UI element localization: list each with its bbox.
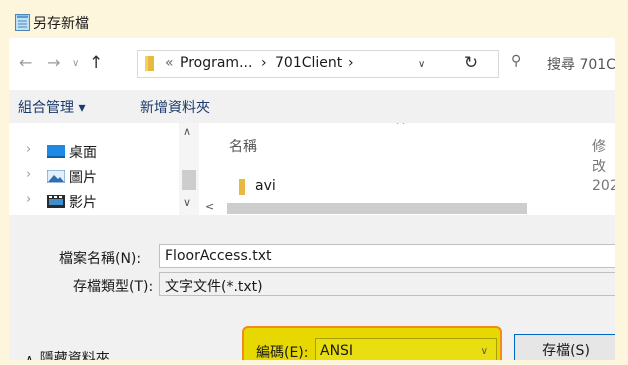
filetype-select[interactable]: 文字文件(*.txt) bbox=[159, 272, 615, 296]
window-title: 另存新檔 bbox=[33, 16, 89, 32]
encoding-value: ANSI bbox=[320, 343, 354, 359]
save-button[interactable]: 存檔(S) bbox=[514, 334, 615, 360]
back-arrow-icon[interactable]: ← bbox=[19, 51, 32, 75]
toolbar: 組合管理 ▾ 新增資料夾 bbox=[9, 91, 615, 121]
search-placeholder: 搜尋 701Cl bbox=[547, 57, 615, 73]
navigation-scrollbar[interactable]: ∧ ∨ bbox=[179, 123, 199, 215]
scroll-up-icon[interactable]: ∧ bbox=[183, 125, 191, 138]
address-row: ← → ∨ ↑ « Program... › 701Client › ∨ ↻ ⚲… bbox=[9, 38, 615, 90]
notepad-icon bbox=[15, 14, 30, 31]
nav-item-label: 桌面 bbox=[69, 145, 97, 161]
nav-item-label: 影片 bbox=[69, 195, 97, 211]
title-bar: 另存新檔 bbox=[9, 8, 615, 38]
address-dropdown-chevron-icon[interactable]: ∨ bbox=[418, 59, 425, 70]
chevron-down-icon: ∨ bbox=[480, 346, 488, 357]
scroll-left-icon[interactable]: < bbox=[205, 200, 214, 213]
navigation-pane: › 桌面 › 圖片 › 影片 ∧ ∨ bbox=[9, 123, 199, 215]
breadcrumb-program[interactable]: Program... bbox=[180, 55, 252, 71]
column-header-name[interactable]: 名稱 bbox=[229, 136, 257, 156]
scroll-thumb[interactable] bbox=[227, 203, 527, 214]
breadcrumb-overflow[interactable]: « bbox=[165, 55, 174, 71]
up-arrow-icon[interactable]: ↑ bbox=[89, 51, 103, 75]
videos-icon bbox=[47, 195, 65, 208]
file-list-scrollbar[interactable]: < bbox=[199, 200, 615, 215]
desktop-icon bbox=[47, 145, 65, 158]
encoding-select[interactable]: ANSI ∨ bbox=[315, 338, 497, 360]
nav-item-pictures[interactable]: › 圖片 bbox=[9, 164, 179, 188]
file-list: ^ 名稱 修改 avi 2022 < bbox=[199, 123, 615, 215]
pictures-icon bbox=[47, 170, 65, 183]
file-date: 2022 bbox=[592, 178, 615, 194]
breadcrumb-separator[interactable]: › bbox=[348, 55, 354, 71]
folder-icon bbox=[145, 56, 154, 71]
filetype-label: 存檔類型(T): bbox=[73, 279, 154, 295]
organize-button[interactable]: 組合管理 ▾ bbox=[18, 97, 85, 117]
filename-label: 檔案名稱(N): bbox=[59, 251, 142, 267]
scroll-down-icon[interactable]: ∨ bbox=[183, 196, 191, 209]
address-bar[interactable]: « Program... › 701Client › ∨ bbox=[137, 50, 499, 78]
filetype-value: 文字文件(*.txt) bbox=[165, 279, 263, 295]
file-name: avi bbox=[255, 178, 276, 194]
nav-item-desktop[interactable]: › 桌面 bbox=[9, 139, 179, 163]
expand-chevron-icon[interactable]: › bbox=[26, 167, 31, 182]
filename-input[interactable] bbox=[159, 244, 615, 268]
file-row-avi[interactable]: avi 2022 bbox=[199, 175, 615, 199]
expand-chevron-icon[interactable]: › bbox=[26, 192, 31, 207]
hide-folders-label: 隱藏資料夾 bbox=[39, 351, 110, 360]
refresh-icon[interactable]: ↻ bbox=[457, 50, 485, 76]
sort-indicator-icon: ^ bbox=[395, 123, 406, 134]
nav-item-label: 圖片 bbox=[69, 170, 97, 186]
encoding-label: 編碼(E): bbox=[256, 345, 309, 360]
breadcrumb-separator[interactable]: › bbox=[261, 55, 267, 71]
scroll-thumb[interactable] bbox=[182, 170, 196, 190]
new-folder-button[interactable]: 新增資料夾 bbox=[140, 97, 210, 117]
expand-chevron-icon[interactable]: › bbox=[26, 142, 31, 157]
nav-item-videos[interactable]: › 影片 bbox=[9, 189, 179, 213]
chevron-up-icon: ∧ bbox=[25, 352, 34, 360]
search-icon: ⚲ bbox=[511, 53, 522, 69]
folder-icon bbox=[239, 179, 245, 195]
hide-folders-toggle[interactable]: ∧ 隱藏資料夾 bbox=[25, 348, 110, 360]
search-box[interactable]: ⚲ 搜尋 701Cl bbox=[503, 50, 615, 76]
breadcrumb-701client[interactable]: 701Client bbox=[275, 55, 342, 71]
forward-arrow-icon[interactable]: → bbox=[47, 51, 60, 75]
recent-locations-chevron-icon[interactable]: ∨ bbox=[72, 52, 79, 76]
save-as-dialog: 另存新檔 ← → ∨ ↑ « Program... › 701Client › … bbox=[9, 8, 615, 360]
column-header-modified[interactable]: 修改 bbox=[592, 136, 615, 176]
